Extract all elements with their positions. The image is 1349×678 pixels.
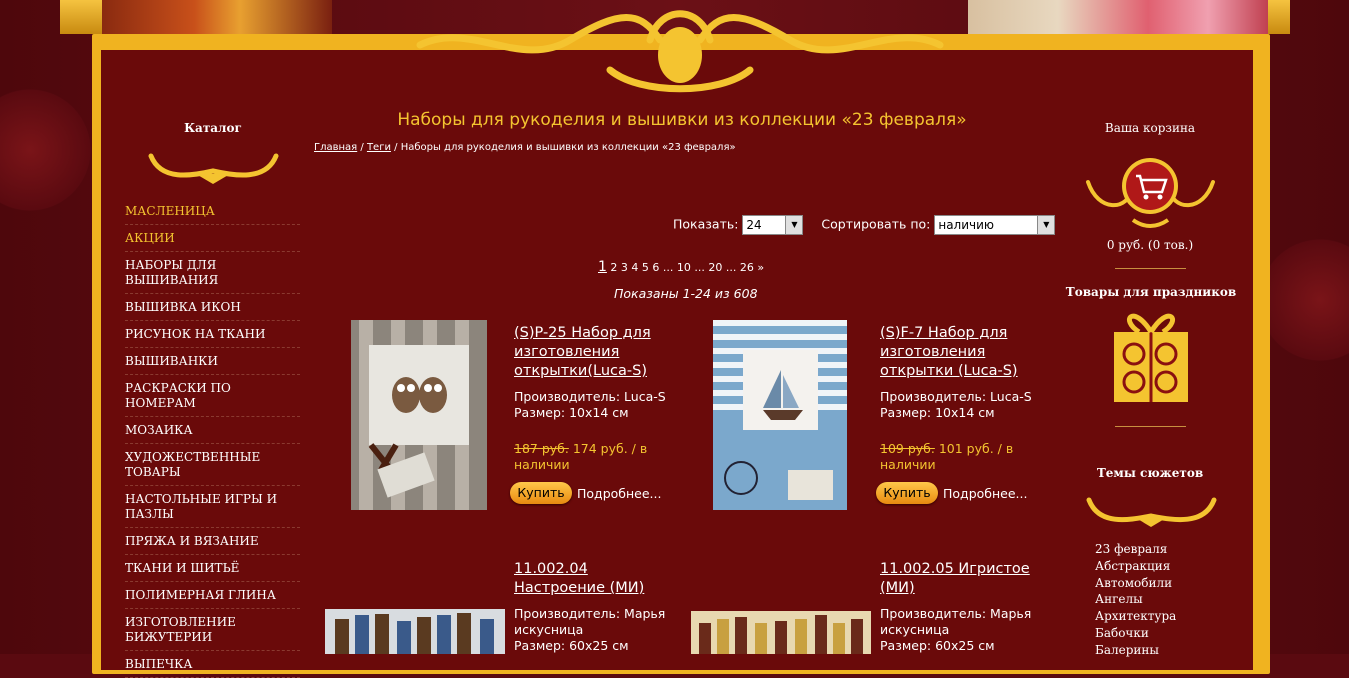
old-price: 187 руб. [514,441,569,456]
gift-box-icon[interactable] [1114,304,1188,402]
holidays-title: Товары для праздников [1065,285,1237,299]
product-image[interactable] [351,320,487,510]
per-page-select[interactable]: 24 ▼ [742,215,804,235]
product-image[interactable] [325,609,505,654]
product-price: 187 руб. 174 руб. / в наличии [514,441,684,473]
old-price: 109 руб. [880,441,935,456]
results-count: Показаны 1-24 из 608 [614,286,758,301]
catalog-item[interactable]: ПОЛИМЕРНАЯ ГЛИНА [125,582,300,609]
sort-value: наличию [938,218,995,232]
theme-link[interactable]: Бабочки [1095,625,1176,642]
divider [1115,426,1186,427]
catalog-item[interactable]: НАБОРЫ ДЛЯ ВЫШИВАНИЯ [125,252,300,294]
breadcrumb-separator: / [390,142,401,153]
catalog-item[interactable]: МОЗАИКА [125,417,300,444]
catalog-item[interactable]: РИСУНОК НА ТКАНИ [125,321,300,348]
theme-link[interactable]: Архитектура [1095,608,1176,625]
catalog-item[interactable]: РАСКРАСКИ ПО НОМЕРАМ [125,375,300,417]
sort-select[interactable]: наличию ▼ [934,215,1056,235]
listing-controls: Показать: 24 ▼ Сортировать по: наличию ▼ [673,215,1056,235]
more-link[interactable]: Подробнее... [943,486,1027,501]
swirl-ornament [148,153,279,184]
product-price: 109 руб. 101 руб. / в наличии [880,441,1050,473]
catalog-title: Каталог [184,121,242,135]
product-maker: Производитель: Luca-S [880,389,1032,404]
divider [1115,268,1186,269]
per-page-value: 24 [746,218,762,232]
chevron-down-icon[interactable]: ▼ [1037,216,1055,234]
product-maker: Производитель: Марья искусница [880,606,1032,637]
header-image-right [968,0,1268,34]
product-title-link[interactable]: 11.002.04 Настроение (МИ) [514,560,654,598]
breadcrumb: Главная / Теги / Наборы для рукоделия и … [314,142,736,153]
product-image[interactable] [691,611,871,654]
more-link[interactable]: Подробнее... [577,486,661,501]
catalog-item[interactable]: ВЫШИВКА ИКОН [125,294,300,321]
themes-list: 23 февраля Абстракция Автомобили Ангелы … [1095,541,1176,659]
theme-link[interactable]: Абстракция [1095,558,1176,575]
page-links[interactable]: 2 3 4 5 6 ... 10 ... 20 ... 26 » [610,261,764,274]
cart-icon[interactable] [1078,152,1223,232]
theme-link[interactable]: Автомобили [1095,575,1176,592]
header-ornament [416,10,944,93]
product-size: Размер: 10х14 см [514,405,629,420]
buy-button[interactable]: Купить [876,482,938,504]
product-size: Размер: 60х25 см [514,638,629,653]
catalog-item[interactable]: ИЗГОТОВЛЕНИЕ БИЖУТЕРИИ [125,609,300,651]
breadcrumb-separator: / [357,142,367,153]
theme-link[interactable]: 23 февраля [1095,541,1176,558]
catalog-item[interactable]: ТКАНИ И ШИТЬЁ [125,555,300,582]
page-current[interactable]: 1 [598,259,607,275]
catalog-item[interactable]: ВЫПЕЧКА [125,651,300,678]
product-title-link[interactable]: (S)F-7 Набор для изготовления открытки (… [880,324,1050,381]
catalog-item[interactable]: ПРЯЖА И ВЯЗАНИЕ [125,528,300,555]
product-image[interactable] [713,320,847,510]
breadcrumb-current: Наборы для рукоделия и вышивки из коллек… [400,142,736,153]
product-size: Размер: 60х25 см [880,638,995,653]
catalog-item[interactable]: НАСТОЛЬНЫЕ ИГРЫ И ПАЗЛЫ [125,486,300,528]
catalog-item[interactable]: МАСЛЕНИЦА [125,198,300,225]
pagination: 1 2 3 4 5 6 ... 10 ... 20 ... 26 » [598,259,764,275]
catalog-item[interactable]: АКЦИИ [125,225,300,252]
frame-decoration [1268,0,1290,34]
frame-decoration [60,0,102,34]
product-size: Размер: 10х14 см [880,405,995,420]
product-title-link[interactable]: 11.002.05 Игристое (МИ) [880,560,1040,598]
product-maker: Производитель: Luca-S [514,389,666,404]
product-maker: Производитель: Марья искусница [514,606,666,637]
breadcrumb-tags-link[interactable]: Теги [367,142,391,153]
catalog-item[interactable]: ВЫШИВАНКИ [125,348,300,375]
breadcrumb-home-link[interactable]: Главная [314,142,357,153]
header-image-left [102,0,332,34]
product-title-link[interactable]: (S)P-25 Набор для изготовления открытки(… [514,324,684,381]
swirl-ornament [1086,497,1217,527]
sort-label: Сортировать по: [821,216,931,232]
themes-title: Темы сюжетов [1096,466,1204,480]
cart-title: Ваша корзина [1104,121,1196,135]
buy-button[interactable]: Купить [510,482,572,504]
page-title: Наборы для рукоделия и вышивки из коллек… [397,110,967,130]
chevron-down-icon[interactable]: ▼ [785,216,803,234]
theme-link[interactable]: Ангелы [1095,591,1176,608]
catalog-item[interactable]: ХУДОЖЕСТВЕННЫЕ ТОВАРЫ [125,444,300,486]
catalog-menu: МАСЛЕНИЦА АКЦИИ НАБОРЫ ДЛЯ ВЫШИВАНИЯ ВЫШ… [125,198,300,678]
cart-summary[interactable]: 0 руб. (0 тов.) [1100,238,1200,252]
theme-link[interactable]: Балерины [1095,642,1176,659]
show-label: Показать: [673,216,739,232]
